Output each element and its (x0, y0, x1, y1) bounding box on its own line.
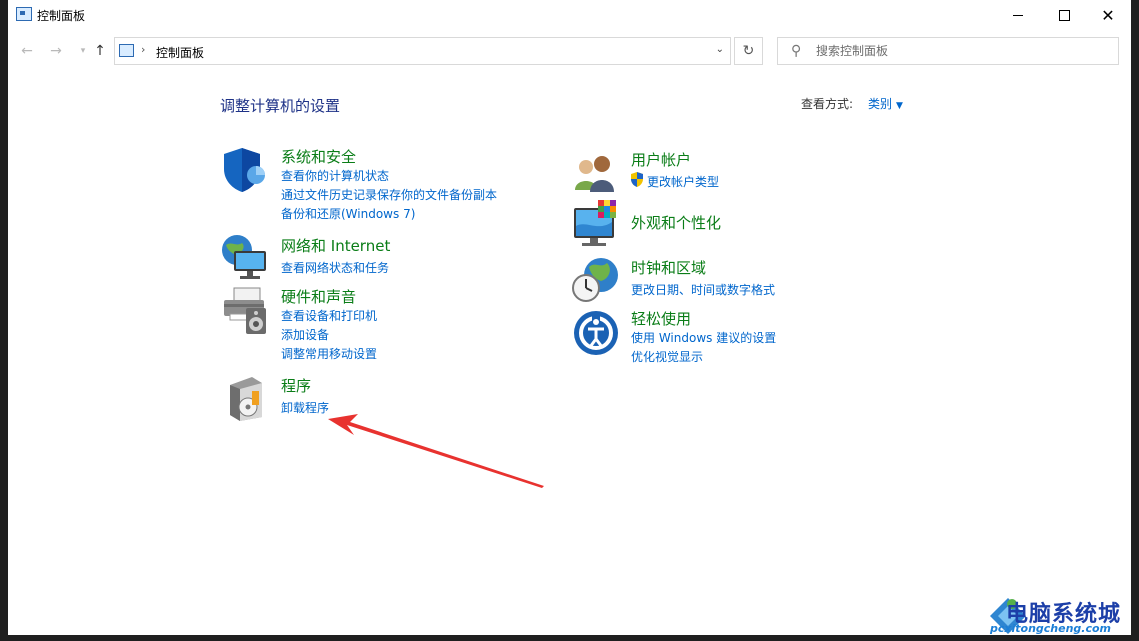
category-user-accounts[interactable]: 用户帐户 (631, 149, 691, 170)
close-icon: ✕ (1101, 5, 1115, 25)
link-backup-restore[interactable]: 备份和还原(Windows 7) (281, 205, 415, 222)
forward-arrow-icon: → (50, 43, 62, 59)
appearance-monitor-icon[interactable] (572, 200, 622, 250)
view-by-value: 类别 (868, 97, 893, 111)
annotation-arrow-icon (328, 414, 544, 488)
shield-icon[interactable] (220, 145, 270, 195)
up-button[interactable]: ↑ (90, 41, 110, 61)
category-system-security[interactable]: 系统和安全 (281, 146, 356, 167)
chevron-down-icon: ▾ (80, 46, 86, 56)
minimize-icon (1013, 14, 1023, 16)
network-globe-icon[interactable] (220, 233, 270, 283)
programs-disc-icon[interactable] (222, 373, 272, 423)
link-change-account-type[interactable]: 更改帐户类型 (647, 173, 719, 190)
up-arrow-icon: ↑ (94, 43, 106, 59)
back-button[interactable]: ← (17, 41, 37, 61)
category-appearance-personalization[interactable]: 外观和个性化 (631, 212, 721, 233)
category-programs[interactable]: 程序 (281, 375, 311, 396)
uac-shield-icon (631, 172, 643, 187)
breadcrumb-control-panel[interactable]: 控制面板 (156, 44, 204, 61)
link-view-computer-status[interactable]: 查看你的计算机状态 (281, 167, 389, 184)
control-panel-icon (16, 7, 32, 21)
search-icon: ⚲ (791, 43, 802, 59)
link-mobility-settings[interactable]: 调整常用移动设置 (281, 345, 377, 362)
title-bar: 控制面板 ✕ (8, 0, 1131, 30)
view-by-dropdown[interactable]: 类别 ▼ (868, 95, 903, 112)
back-arrow-icon: ← (21, 43, 33, 59)
control-panel-icon (119, 44, 134, 57)
category-clock-region[interactable]: 时钟和区域 (631, 257, 706, 278)
link-windows-recommended-settings[interactable]: 使用 Windows 建议的设置 (631, 329, 776, 346)
maximize-button[interactable] (1041, 0, 1087, 30)
link-file-history-backup[interactable]: 通过文件历史记录保存你的文件备份副本 (281, 186, 497, 203)
search-box[interactable]: ⚲ (777, 37, 1119, 65)
forward-button[interactable]: → (46, 41, 66, 61)
category-network-internet[interactable]: 网络和 Internet (281, 235, 390, 256)
refresh-icon: ↻ (742, 43, 755, 59)
ease-of-access-icon[interactable] (572, 309, 622, 359)
breadcrumb-chevron-icon[interactable]: › (141, 43, 145, 56)
link-add-device[interactable]: 添加设备 (281, 326, 329, 343)
maximize-icon (1058, 9, 1070, 21)
link-optimize-visual-display[interactable]: 优化视觉显示 (631, 348, 703, 365)
link-network-status-tasks[interactable]: 查看网络状态和任务 (281, 259, 389, 276)
window-title: 控制面板 (37, 9, 86, 23)
chevron-down-icon[interactable]: ⌄ (716, 44, 724, 55)
close-button[interactable]: ✕ (1085, 0, 1131, 30)
window-frame (0, 0, 1139, 641)
caret-down-icon: ▼ (896, 101, 903, 111)
category-hardware-sound[interactable]: 硬件和声音 (281, 286, 356, 307)
clock-globe-icon[interactable] (571, 255, 621, 305)
page-title: 调整计算机的设置 (220, 97, 341, 115)
refresh-button[interactable]: ↻ (734, 37, 763, 65)
search-input[interactable] (816, 42, 1106, 60)
printer-speaker-icon[interactable] (220, 286, 270, 336)
link-devices-printers[interactable]: 查看设备和打印机 (281, 307, 377, 324)
address-bar[interactable]: › 控制面板 ⌄ (114, 37, 731, 65)
users-icon[interactable] (572, 150, 622, 200)
watermark-url: pcxitongcheng.com (990, 622, 1112, 635)
view-by-label: 查看方式: (801, 97, 854, 111)
minimize-button[interactable] (995, 0, 1041, 30)
category-ease-of-access[interactable]: 轻松使用 (631, 308, 691, 329)
link-change-date-time-format[interactable]: 更改日期、时间或数字格式 (631, 281, 775, 298)
